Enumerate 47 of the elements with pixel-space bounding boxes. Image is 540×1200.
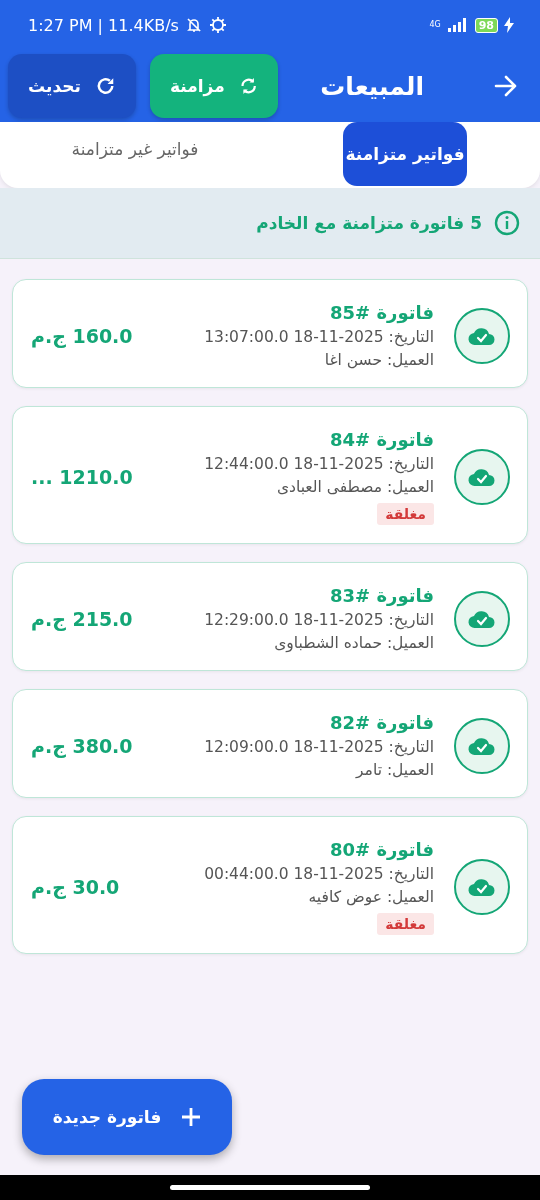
invoice-customer: العميل: مصطفى العبادى <box>276 478 434 496</box>
invoice-amount: 380.0 ج.م <box>31 734 134 757</box>
invoice-date: التاريخ: 2025-11-18 12:29:00.0 <box>204 611 434 629</box>
invoice-date: التاريخ: 2025-11-18 12:44:00.0 <box>204 455 434 473</box>
invoice-customer: العميل: عوض كافيه <box>308 888 434 906</box>
gear-icon <box>208 16 227 34</box>
status-tag: مغلقة <box>377 913 434 935</box>
screen-title: المبيعات <box>320 71 424 101</box>
invoice-amount: 160.0 ج.م <box>31 324 134 347</box>
invoice-customer: العميل: حماده الشطباوى <box>274 634 434 652</box>
info-icon <box>494 210 520 236</box>
status-tag: مغلقة <box>377 503 434 525</box>
cloud-check-icon <box>454 717 510 774</box>
invoice-card[interactable]: فاتورة #82 التاريخ: 2025-11-18 12:09:00.0 العميل: تامر 380.0 ج.م <box>12 689 528 798</box>
invoice-card[interactable]: فاتورة #85 التاريخ: 2025-11-18 13:07:00.0 العميل: حسن اغا 160.0 ج.م <box>12 279 528 388</box>
invoice-number: فاتورة #83 <box>330 585 434 606</box>
invoice-card[interactable]: فاتورة #80 التاريخ: 2025-11-18 00:44:00.0 العميل: عوض كافيه مغلقة 30.0 ج.م <box>12 816 528 954</box>
invoice-date: التاريخ: 2025-11-18 13:07:00.0 <box>204 328 434 346</box>
invoice-customer: العميل: حسن اغا <box>324 351 434 369</box>
invoice-card[interactable]: فاتورة #83 التاريخ: 2025-11-18 12:29:00.0 العميل: حماده الشطباوى 215.0 ج.م <box>12 562 528 671</box>
invoice-amount: 1210.0 ... <box>31 466 134 488</box>
back-arrow-icon[interactable] <box>494 75 518 97</box>
network-type: 4G <box>429 21 441 29</box>
signal-icon <box>446 18 469 32</box>
refresh-button[interactable]: تحديث <box>8 54 136 118</box>
invoice-number: فاتورة #84 <box>330 429 434 450</box>
status-time: 1:27 PM | 11.4KB/s <box>28 15 179 35</box>
invoice-customer: العميل: تامر <box>356 761 434 779</box>
plus-icon <box>181 1107 202 1127</box>
battery-level: 98 <box>474 17 498 33</box>
tab[interactable]: فواتير متزامنة <box>343 122 467 186</box>
invoice-number: فاتورة #85 <box>330 302 434 323</box>
cloud-check-icon <box>454 590 510 647</box>
cloud-check-icon <box>454 307 510 364</box>
sync-summary: 5 فاتورة متزامنة مع الخادم <box>256 213 482 233</box>
tab[interactable]: فواتير غير متزامنة <box>59 122 211 176</box>
muted-bell-icon <box>184 16 203 34</box>
charging-bolt-icon <box>504 17 514 33</box>
invoice-date: التاريخ: 2025-11-18 00:44:00.0 <box>204 865 434 883</box>
invoice-number: فاتورة #82 <box>330 712 434 733</box>
new-invoice-button[interactable]: فاتورة جديدة <box>22 1079 232 1155</box>
invoice-amount: 215.0 ج.م <box>31 607 134 630</box>
cloud-check-icon <box>454 449 510 505</box>
invoice-date: التاريخ: 2025-11-18 12:09:00.0 <box>204 738 434 756</box>
cloud-check-icon <box>454 859 510 915</box>
invoice-number: فاتورة #80 <box>330 839 434 860</box>
invoice-amount: 30.0 ج.م <box>31 876 121 898</box>
